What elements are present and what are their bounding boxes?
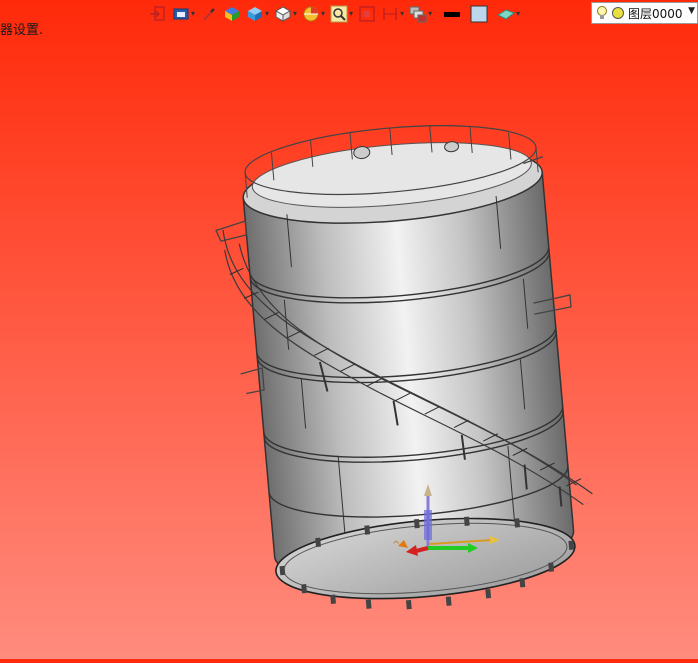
exit-sketch-icon <box>150 6 165 21</box>
pen-icon <box>203 8 215 21</box>
wireframe-cube-icon <box>275 6 292 22</box>
plane-button[interactable]: ▾ <box>496 4 521 24</box>
svg-text:^: ^ <box>392 540 400 551</box>
measure-icon <box>383 8 397 20</box>
plane-icon <box>497 9 516 20</box>
chevron-down-icon: ▾ <box>349 9 354 18</box>
section-view-button[interactable]: ▾ <box>301 4 326 24</box>
chevron-down-icon: ▾ <box>191 9 196 18</box>
chevron-down-icon: ▼ <box>688 6 695 16</box>
chevron-down-icon: ▾ <box>428 9 433 18</box>
view-toolbar: ▾ ▾ ▾ ▾ ▾ ▾ ▾ ▾ <box>148 3 521 25</box>
section-view-icon <box>303 6 319 22</box>
shading-cube-icon <box>248 7 263 21</box>
zoom-icon <box>330 5 348 23</box>
color-material-button[interactable] <box>222 4 242 24</box>
exit-sketch-button[interactable] <box>148 4 168 24</box>
zoom-button[interactable]: ▾ <box>329 4 354 24</box>
measure-button[interactable]: ▾ <box>380 4 405 24</box>
layer-name: 图层0000 <box>628 6 683 21</box>
chevron-down-icon: ▾ <box>321 9 326 18</box>
view-mode-button[interactable]: ▾ <box>171 4 196 24</box>
yellow-circle-icon <box>612 7 624 19</box>
background-color-icon <box>470 5 488 23</box>
chevron-down-icon: ▾ <box>265 9 270 18</box>
chevron-down-icon: ▾ <box>293 9 298 18</box>
layers-button[interactable]: ▾ <box>408 4 433 24</box>
chevron-down-icon: ▾ <box>516 9 521 18</box>
fit-view-button[interactable] <box>357 4 377 24</box>
color-material-icon <box>225 7 240 21</box>
chevron-down-icon: ▾ <box>400 9 405 18</box>
view-mode-icon <box>173 8 189 20</box>
lightbulb-icon <box>597 6 607 19</box>
line-color-icon <box>444 12 461 17</box>
layers-icon <box>409 6 427 23</box>
status-message: 器设置. <box>0 23 44 38</box>
shading-cube-button[interactable]: ▾ <box>245 4 270 24</box>
tank-model[interactable]: ^ <box>0 0 698 659</box>
layer-dropdown[interactable]: 图层0000 ▼ <box>591 2 698 24</box>
wireframe-cube-button[interactable]: ▾ <box>273 4 298 24</box>
background-color-button[interactable] <box>469 4 489 24</box>
3d-viewport[interactable]: ^ <box>0 0 698 659</box>
fit-view-icon <box>359 6 375 22</box>
pen-button[interactable] <box>199 4 219 24</box>
line-color-button[interactable] <box>442 4 462 24</box>
